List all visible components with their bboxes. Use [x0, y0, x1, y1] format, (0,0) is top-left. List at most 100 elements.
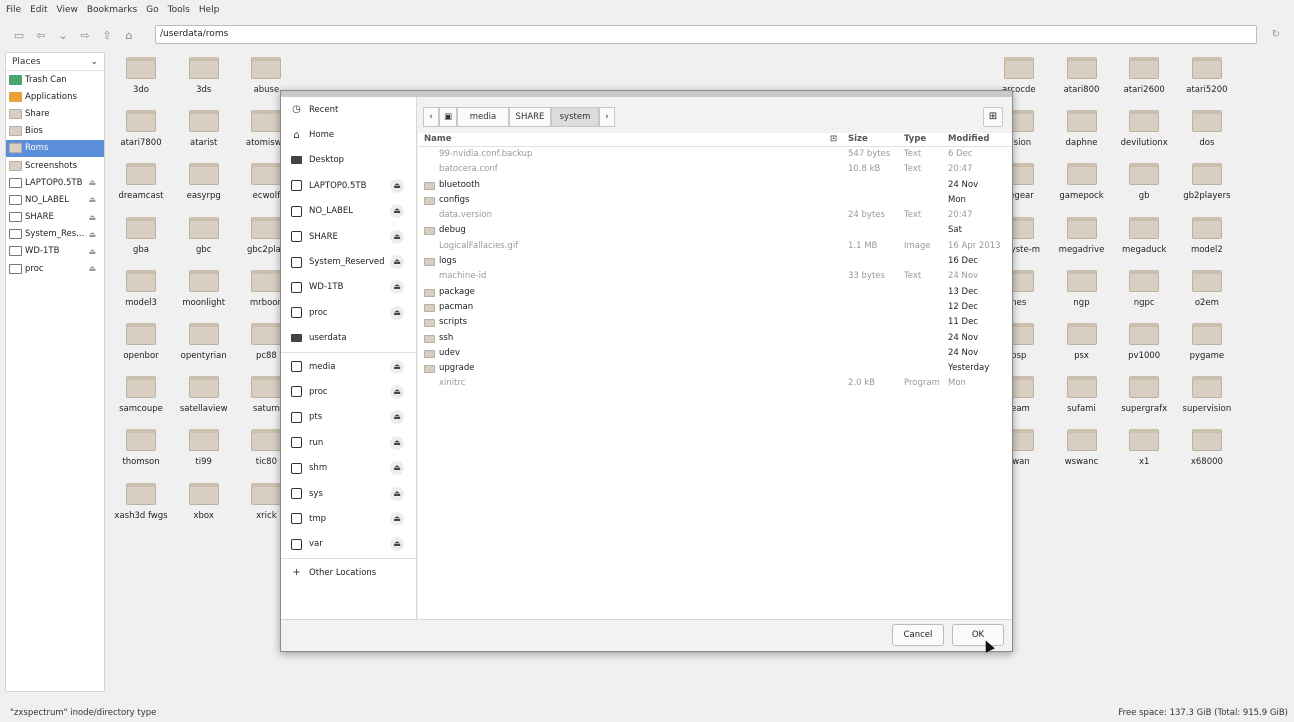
folder-item[interactable]: atari800: [1047, 57, 1117, 107]
eject-icon[interactable]: ⏏: [88, 195, 96, 204]
table-row[interactable]: bluetooth 24 Nov: [418, 178, 1012, 193]
dialog-place-proc[interactable]: proc ⏏: [281, 379, 416, 404]
eject-icon[interactable]: ⏏: [390, 410, 404, 425]
chevron-down-icon[interactable]: ⌄: [90, 57, 98, 67]
root-drive-icon[interactable]: ▣: [439, 107, 457, 127]
dialog-place-home[interactable]: ⌂ Home: [281, 122, 416, 147]
folder-item[interactable]: x68000: [1172, 429, 1242, 479]
folder-item[interactable]: ngpc: [1109, 269, 1179, 320]
eject-icon[interactable]: ⏏: [390, 461, 404, 476]
folder-item[interactable]: daphne: [1047, 110, 1117, 160]
folder-item[interactable]: atari2600: [1109, 57, 1179, 107]
menu-tools[interactable]: Tools: [168, 5, 190, 15]
folder-item[interactable]: megadrive: [1047, 216, 1117, 267]
sort-icon[interactable]: ⊡: [830, 134, 837, 144]
sidebar-item-applications[interactable]: Applications: [6, 88, 104, 105]
dialog-place-shm[interactable]: shm ⏏: [281, 455, 416, 480]
folder-item[interactable]: opentyrian: [169, 323, 239, 373]
crumb-media[interactable]: media: [457, 107, 509, 127]
folder-item[interactable]: sufami: [1047, 376, 1117, 426]
folder-item[interactable]: supergrafx: [1109, 376, 1179, 426]
up-icon[interactable]: ⇧: [98, 26, 116, 44]
sidebar-item-system-res-[interactable]: System_Res... ⏏: [6, 226, 104, 243]
folder-item[interactable]: psx: [1047, 323, 1117, 373]
menu-help[interactable]: Help: [199, 5, 220, 15]
eject-icon[interactable]: ⏏: [390, 229, 404, 244]
eject-icon[interactable]: ⏏: [390, 511, 404, 526]
folder-item[interactable]: megaduck: [1109, 216, 1179, 267]
history-dropdown-icon[interactable]: ⌄: [54, 26, 72, 44]
dialog-place-run[interactable]: run ⏏: [281, 430, 416, 455]
eject-icon[interactable]: ⏏: [390, 537, 404, 552]
dialog-place-wd-1tb[interactable]: WD-1TB ⏏: [281, 275, 416, 300]
table-row[interactable]: configs Mon: [418, 193, 1012, 208]
folder-item[interactable]: gb: [1109, 163, 1179, 213]
col-name[interactable]: Name: [424, 134, 451, 144]
eject-icon[interactable]: ⏏: [88, 247, 96, 256]
folder-item[interactable]: dreamcast: [106, 163, 176, 213]
folder-item[interactable]: pv1000: [1109, 323, 1179, 373]
eject-icon[interactable]: ⏏: [390, 435, 404, 450]
dialog-place-pts[interactable]: pts ⏏: [281, 405, 416, 430]
folder-item[interactable]: gba: [106, 216, 176, 267]
sidebar-item-share[interactable]: SHARE ⏏: [6, 209, 104, 226]
col-type[interactable]: Type: [904, 134, 926, 144]
folder-item[interactable]: devilutionx: [1109, 110, 1179, 160]
eject-icon[interactable]: ⏏: [390, 384, 404, 399]
places-header[interactable]: Places ⌄: [6, 53, 104, 71]
dialog-place-desktop[interactable]: Desktop: [281, 148, 416, 173]
folder-item[interactable]: 3ds: [169, 57, 239, 107]
folder-item[interactable]: atarist: [169, 110, 239, 160]
back-icon[interactable]: ⇦: [32, 26, 50, 44]
eject-icon[interactable]: ⏏: [390, 359, 404, 374]
address-bar[interactable]: /userdata/roms: [155, 25, 1257, 44]
menu-bookmarks[interactable]: Bookmarks: [87, 5, 137, 15]
folder-item[interactable]: x1: [1109, 429, 1179, 479]
folder-item[interactable]: model3: [106, 269, 176, 320]
folder-item[interactable]: ngp: [1047, 269, 1117, 320]
folder-item[interactable]: openbor: [106, 323, 176, 373]
dialog-place-tmp[interactable]: tmp ⏏: [281, 506, 416, 531]
home-icon[interactable]: ⌂: [120, 26, 138, 44]
eject-icon[interactable]: ⏏: [390, 305, 404, 320]
new-tab-icon[interactable]: ▭: [10, 26, 28, 44]
dialog-place-var[interactable]: var ⏏: [281, 532, 416, 557]
sidebar-item-screenshots[interactable]: Screenshots: [6, 157, 104, 174]
folder-item[interactable]: wswanc: [1047, 429, 1117, 479]
cancel-button[interactable]: Cancel: [892, 624, 944, 646]
folder-item[interactable]: atari5200: [1172, 57, 1242, 107]
eject-icon[interactable]: ⏏: [88, 264, 96, 273]
table-row[interactable]: 99-nvidia.conf.backup 547 bytes Text 6 Dec: [418, 147, 1012, 162]
dialog-place-laptop0-5tb[interactable]: LAPTOP0.5TB ⏏: [281, 173, 416, 198]
eject-icon[interactable]: ⏏: [88, 213, 96, 222]
eject-icon[interactable]: ⏏: [88, 178, 96, 187]
eject-icon[interactable]: ⏏: [390, 255, 404, 270]
folder-item[interactable]: 3do: [106, 57, 176, 107]
eject-icon[interactable]: ⏏: [88, 230, 96, 239]
dialog-place-other-locations[interactable]: + Other Locations: [281, 560, 416, 585]
folder-item[interactable]: gb2players: [1172, 163, 1242, 213]
eject-icon[interactable]: ⏏: [390, 178, 404, 193]
table-row[interactable]: logs 16 Dec: [418, 254, 1012, 269]
dialog-place-proc[interactable]: proc ⏏: [281, 300, 416, 325]
dialog-place-no-label[interactable]: NO_LABEL ⏏: [281, 199, 416, 224]
go-icon[interactable]: ↻: [1272, 29, 1280, 40]
folder-item[interactable]: easyrpg: [169, 163, 239, 213]
dialog-place-recent[interactable]: ◷ Recent: [281, 97, 416, 122]
table-row[interactable]: udev 24 Nov: [418, 346, 1012, 361]
menu-go[interactable]: Go: [146, 5, 158, 15]
folder-item[interactable]: dos: [1172, 110, 1242, 160]
folder-item[interactable]: gbc: [169, 216, 239, 267]
dialog-place-media[interactable]: media ⏏: [281, 354, 416, 379]
folder-item[interactable]: gamepock: [1047, 163, 1117, 213]
folder-item[interactable]: model2: [1172, 216, 1242, 267]
sidebar-item-wd-1tb[interactable]: WD-1TB ⏏: [6, 243, 104, 260]
ok-button[interactable]: OK: [952, 624, 1004, 646]
sidebar-item-trash-can[interactable]: Trash Can: [6, 71, 104, 88]
sidebar-item-share[interactable]: Share: [6, 105, 104, 122]
table-row[interactable]: pacman 12 Dec: [418, 300, 1012, 315]
folder-item[interactable]: atari7800: [106, 110, 176, 160]
col-size[interactable]: Size: [848, 134, 868, 144]
folder-item[interactable]: xash3d fwgs: [106, 482, 176, 533]
folder-item[interactable]: supervision: [1172, 376, 1242, 426]
